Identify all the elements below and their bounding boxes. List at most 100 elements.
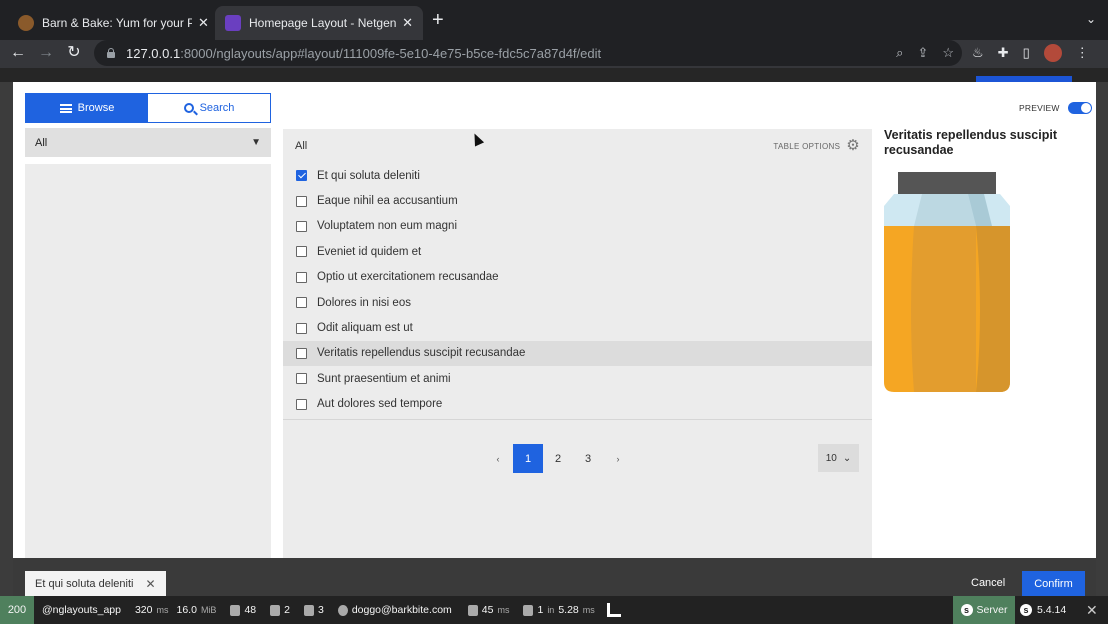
confirm-button[interactable]: Confirm [1022,571,1085,596]
page-button-3[interactable]: 3 [573,444,603,473]
translation-item[interactable]: 3 [303,604,324,616]
honey-jar-image [884,172,1010,392]
forms-item[interactable]: 48 [230,604,256,616]
item-label: Odit aliquam est ut [317,322,413,335]
item-checkbox[interactable] [296,220,307,232]
list-header: All TABLE OPTIONS ⚙ [283,129,872,163]
symfony-version-item[interactable]: s 5.4.14 [1020,596,1066,624]
db-queries: 1 [537,604,544,616]
netgen-layouts-logo-icon[interactable] [606,603,621,617]
kebab-menu-icon[interactable]: ⋮ [1076,45,1089,61]
selected-item-label: Et qui soluta deleniti [35,577,134,590]
cache-item[interactable]: 2 [270,604,290,616]
items-list: Et qui soluta deleniti Eaque nihil ea acc… [283,163,872,417]
browser-tab-strip: Barn & Bake: Yum for your Pup ✕ Homepage… [0,0,1108,40]
url-path: :8000/nglayouts/app#layout/111009fe-5e10… [180,45,602,61]
user-item[interactable]: doggo@barkbite.com [337,604,452,616]
tab-homepage-layout[interactable]: Homepage Layout - Netgen La ✕ [215,6,423,40]
netgen-layouts-favicon-icon [225,15,241,31]
item-checkbox[interactable] [296,246,307,258]
list-item[interactable]: Et qui soluta deleniti [283,163,872,188]
location-select-value: All [35,136,48,149]
time-unit: ms [156,605,169,615]
list-item[interactable]: Odit aliquam est ut [283,315,872,340]
close-tab-icon[interactable]: ✕ [402,15,413,31]
database-item[interactable]: 1 in 5.28 ms [523,604,595,616]
status-code-badge[interactable]: 200 [0,596,34,624]
symfony-version: 5.4.14 [1037,604,1067,616]
list-item[interactable]: Eveniet id quidem et [283,239,872,264]
next-page-icon[interactable]: › [603,444,633,473]
item-checkbox[interactable] [296,170,307,182]
server-label: Server [976,604,1008,616]
time-item[interactable]: 320 ms [135,604,169,616]
item-checkbox[interactable] [296,322,307,334]
flame-extension-icon[interactable]: ♨ [972,45,984,61]
url-host: 127.0.0.1 [126,45,181,61]
item-label: Aut dolores sed tempore [317,398,443,411]
back-arrow-icon[interactable]: ← [8,42,28,64]
route-item[interactable]: @nglayouts_app [42,604,121,616]
table-options-button[interactable]: TABLE OPTIONS ⚙ [773,138,860,153]
db-in: in [547,605,555,615]
preview-toggle[interactable]: PREVIEW [1019,102,1092,114]
list-item[interactable]: Veritatis repellendus suscipit recusanda… [283,340,872,367]
side-panel-icon[interactable]: ▯ [1023,45,1030,61]
per-page-value: 10 [825,452,837,464]
jar-lid [898,172,996,194]
close-tab-icon[interactable]: ✕ [198,15,209,31]
list-item[interactable]: Eaque nihil ea accusantium [283,188,872,213]
memory-value: 16.0 [176,604,197,616]
forward-arrow-icon[interactable]: → [36,42,56,64]
per-page-select[interactable]: 10 ⌄ [818,444,859,472]
page-button-1[interactable]: 1 [513,444,543,473]
item-checkbox[interactable] [296,271,307,283]
profile-avatar[interactable] [1043,44,1062,62]
tab-title: Barn & Bake: Yum for your Pup [42,16,192,30]
user-value: doggo@barkbite.com [351,604,452,616]
list-item[interactable]: Sunt praesentium et animi [283,366,872,391]
list-item[interactable]: Voluptatem non eum magni [283,214,872,239]
tab-barn-and-bake[interactable]: Barn & Bake: Yum for your Pup ✕ [8,6,219,40]
list-icon [59,103,72,113]
search-label: Search [199,102,235,114]
item-checkbox[interactable] [296,195,307,207]
jar-neck-shade [914,194,976,226]
share-icon[interactable]: ⇪ [917,45,928,61]
list-item[interactable]: Dolores in nisi eos [283,290,872,315]
reload-icon[interactable]: ↻ [64,42,84,64]
time-value: 320 [134,604,153,616]
item-checkbox[interactable] [296,373,307,385]
db-unit: ms [582,605,595,615]
prev-page-icon[interactable]: ‹ [483,444,513,473]
bookmark-star-icon[interactable]: ☆ [942,45,954,61]
search-icon [183,103,194,113]
item-checkbox[interactable] [296,297,307,309]
remove-selection-close-icon[interactable]: ✕ [145,577,155,591]
memory-item[interactable]: 16.0 MiB [177,604,217,616]
symfony-logo-icon: s [1020,604,1032,616]
list-item[interactable]: Aut dolores sed tempore [283,392,872,417]
server-item[interactable]: s Server [953,596,1015,624]
app-header-strip [0,68,1108,82]
browse-label: Browse [77,102,115,114]
browse-tab-button[interactable]: Browse [26,94,148,122]
list-header-title: All [295,140,308,152]
list-item[interactable]: Optio ut exercitationem recusandae [283,265,872,290]
zoom-icon[interactable]: ⌕ [896,45,903,61]
preview-switch[interactable] [1067,102,1092,114]
item-checkbox[interactable] [296,398,307,410]
address-bar[interactable]: 127.0.0.1:8000/nglayouts/app#layout/1110… [94,40,962,66]
location-select[interactable]: All ▼ [25,128,271,157]
page-button-2[interactable]: 2 [543,444,573,473]
pagination: ‹ 1 2 3 › [483,444,633,473]
puzzle-extensions-icon[interactable]: ✚ [998,45,1009,61]
search-tab-button[interactable]: Search [148,94,270,122]
item-label: Dolores in nisi eos [317,296,411,309]
new-tab-icon[interactable]: + [432,10,444,30]
twig-item[interactable]: 45 ms [467,604,509,616]
close-toolbar-icon[interactable]: ✕ [1086,602,1098,619]
cancel-button[interactable]: Cancel [971,577,1005,589]
item-checkbox[interactable] [296,347,307,359]
tab-search-chevron-icon[interactable]: ⌄ [1086,12,1096,26]
